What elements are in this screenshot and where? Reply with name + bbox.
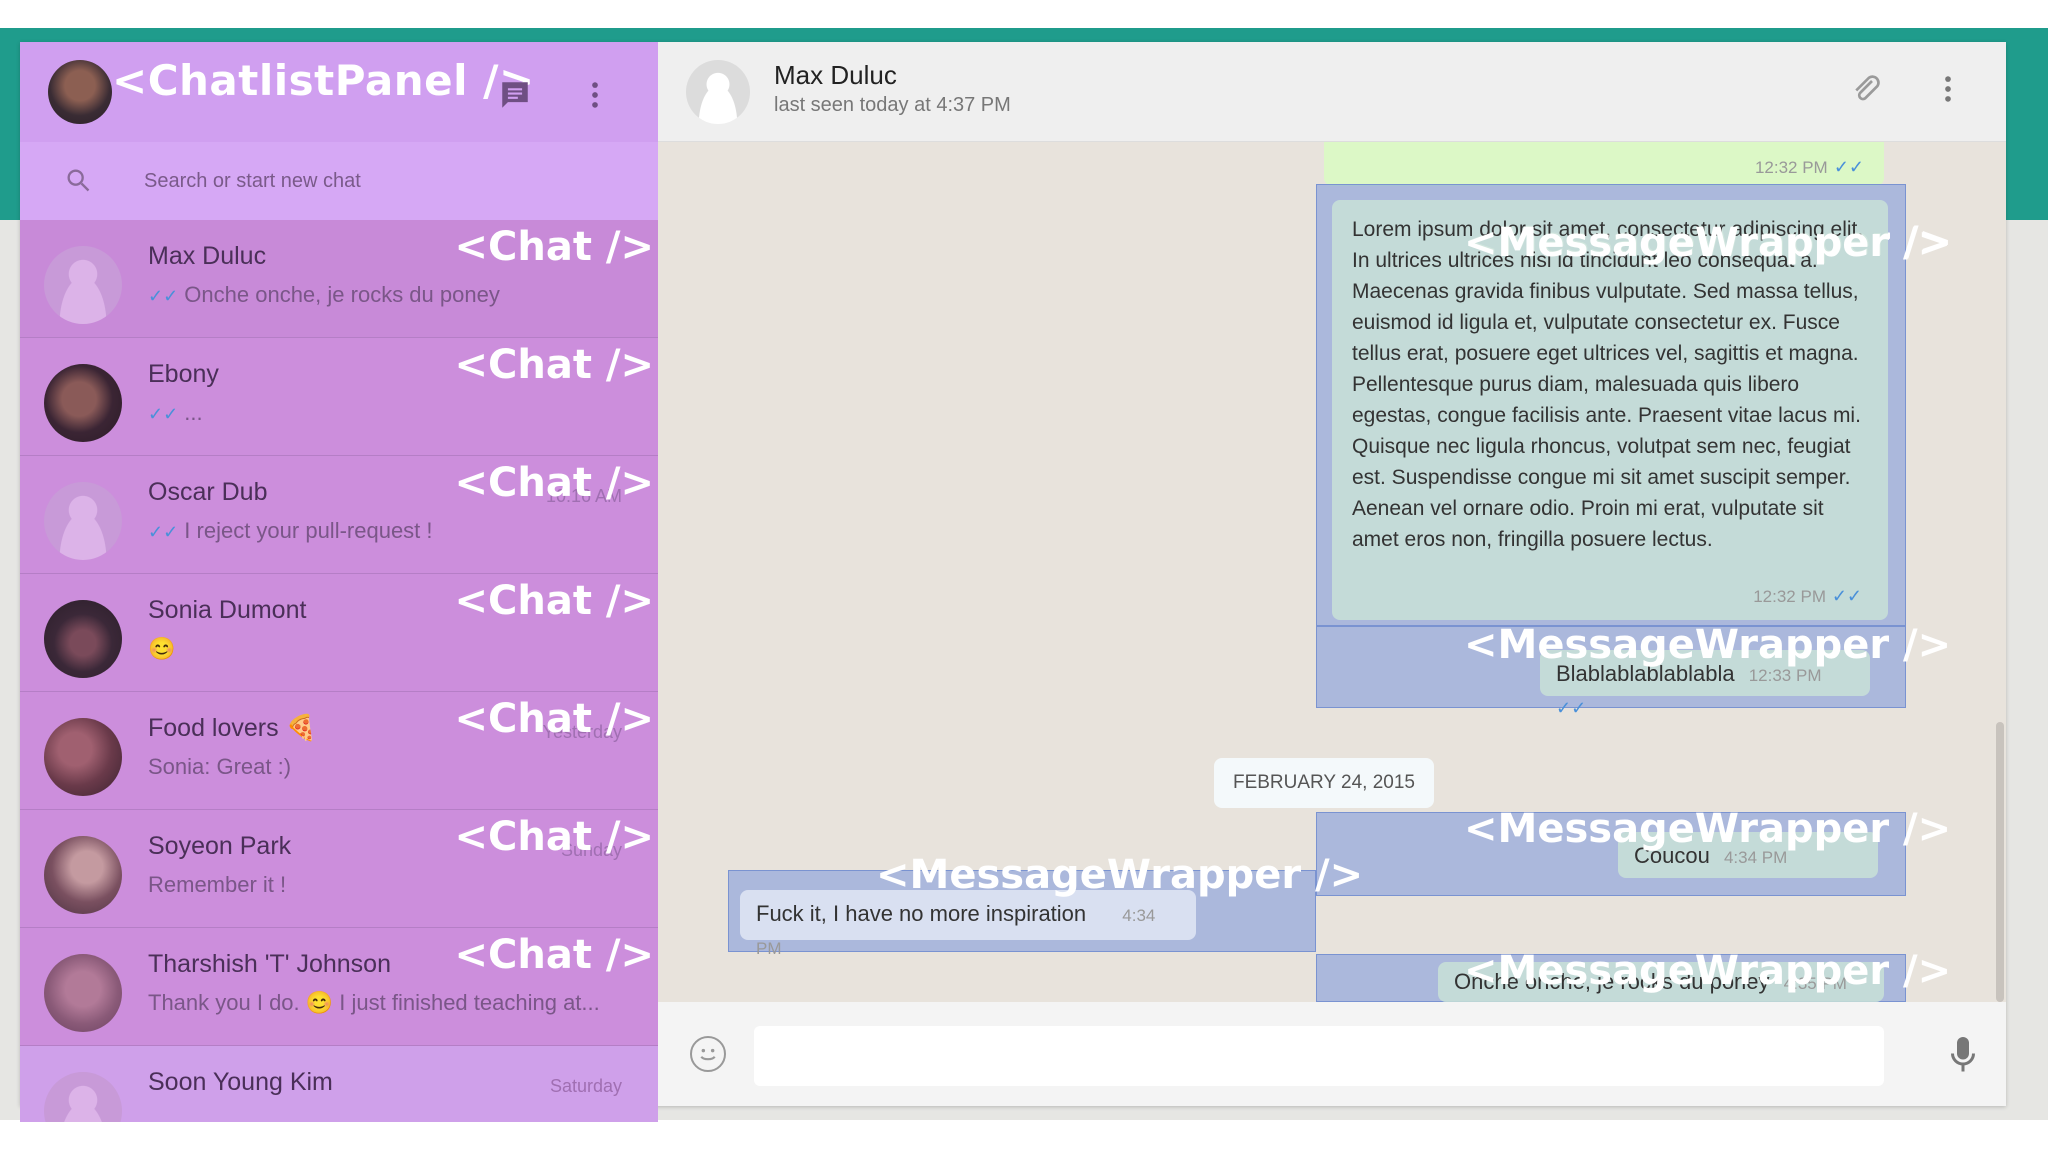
chat-last-message: Sonia: Great :) bbox=[148, 754, 638, 780]
read-ticks-icon: ✓✓ bbox=[148, 522, 179, 542]
message-text: Lorem ipsum dolor sit amet, consectetur … bbox=[1352, 218, 1864, 551]
chat-tag: <Chat /> bbox=[454, 578, 654, 624]
chat-item[interactable]: Soyeon Park Sunday Remember it ! <Chat /… bbox=[20, 810, 658, 928]
chat-item[interactable]: Max Duluc ✓✓ Onche onche, je rocks du po… bbox=[20, 220, 658, 338]
last-message-text: Thank you I do. 😊 I just finished teachi… bbox=[148, 990, 600, 1015]
my-avatar[interactable] bbox=[48, 60, 112, 124]
message-time: 12:32 PM bbox=[1753, 587, 1826, 606]
chat-name: Max Duluc bbox=[148, 242, 267, 270]
avatar bbox=[44, 364, 122, 442]
emoji-icon[interactable] bbox=[690, 1036, 726, 1072]
search-input[interactable] bbox=[144, 164, 624, 198]
conversation-panel: Max Duluc last seen today at 4:37 PM 12:… bbox=[658, 42, 2006, 1106]
chatlist-panel-tag: <ChatlistPanel /> bbox=[112, 56, 535, 105]
message-text: Fuck it, I have no more inspiration bbox=[756, 901, 1087, 926]
chat-item[interactable]: Ebony ✓✓ ... <Chat /> bbox=[20, 338, 658, 456]
chat-tag: <Chat /> bbox=[454, 932, 654, 978]
composer bbox=[658, 1002, 2006, 1106]
microphone-icon[interactable] bbox=[1948, 1034, 1978, 1076]
avatar bbox=[44, 718, 122, 796]
attach-icon[interactable] bbox=[1846, 72, 1886, 112]
contact-avatar[interactable] bbox=[686, 60, 750, 124]
chat-last-message: ✓✓ I reject your pull-request ! bbox=[148, 518, 638, 544]
wrapper-tag: <MessageWrapper /> bbox=[1464, 220, 1952, 266]
chat-last-message: ✓✓ ... bbox=[148, 400, 638, 426]
message-list: 12:32 PM ✓✓ <MessageWrapper /> Lorem ips… bbox=[658, 142, 2006, 1002]
contact-status: last seen today at 4:37 PM bbox=[774, 94, 1011, 116]
message-time: 12:32 PM bbox=[1754, 158, 1828, 177]
chat-item[interactable]: Soon Young Kim Saturday bbox=[20, 1046, 658, 1122]
chat-name: Sonia Dumont bbox=[148, 596, 307, 624]
chat-time: Saturday bbox=[549, 1076, 622, 1096]
search-bar bbox=[20, 142, 658, 220]
last-message-text: ... bbox=[184, 400, 203, 425]
chat-name: Soon Young Kim bbox=[148, 1068, 333, 1096]
avatar bbox=[44, 246, 122, 324]
read-ticks-icon: ✓✓ bbox=[148, 286, 179, 306]
date-separator: FEBRUARY 24, 2015 bbox=[1214, 758, 1434, 808]
last-message-text: I reject your pull-request ! bbox=[184, 518, 433, 543]
chat-last-message: Thank you I do. 😊 I just finished teachi… bbox=[148, 990, 638, 1016]
chatlist-panel: <ChatlistPanel /> Max Duluc ✓✓ Onche onc… bbox=[20, 42, 658, 1122]
chat-last-message: 😊 bbox=[148, 636, 638, 662]
wrapper-tag: <MessageWrapper /> bbox=[1464, 622, 1952, 668]
avatar bbox=[44, 836, 122, 914]
chat-tag: <Chat /> bbox=[454, 224, 654, 270]
scrollbar[interactable] bbox=[1996, 722, 2004, 1002]
read-ticks-icon: ✓✓ bbox=[1833, 157, 1864, 177]
chatlist-header: <ChatlistPanel /> bbox=[20, 42, 658, 142]
chat-item[interactable]: Oscar Dub 10:16 AM ✓✓ I reject your pull… bbox=[20, 456, 658, 574]
conversation-header: Max Duluc last seen today at 4:37 PM bbox=[658, 42, 2006, 142]
last-message-text: 😊 bbox=[148, 636, 176, 661]
chat-name: Tharshish 'T' Johnson bbox=[148, 950, 391, 978]
chat-tag: <Chat /> bbox=[454, 342, 654, 388]
avatar bbox=[44, 954, 122, 1032]
chat-item[interactable]: Sonia Dumont 😊 <Chat /> bbox=[20, 574, 658, 692]
message-meta: 12:32 PM ✓✓ bbox=[1753, 580, 1862, 612]
read-ticks-icon: ✓✓ bbox=[1556, 698, 1587, 718]
chat-item[interactable]: Food lovers 🍕 Yesterday Sonia: Great :) … bbox=[20, 692, 658, 810]
chat-tag: <Chat /> bbox=[454, 814, 654, 860]
read-ticks-icon: ✓✓ bbox=[148, 404, 179, 424]
menu-icon[interactable] bbox=[578, 78, 612, 112]
search-icon bbox=[64, 166, 92, 194]
chat-name: Soyeon Park bbox=[148, 832, 292, 860]
message-time: 12:33 PM bbox=[1748, 666, 1822, 685]
message-bubble: 12:32 PM ✓✓ bbox=[1324, 142, 1884, 186]
message-input[interactable] bbox=[754, 1026, 1884, 1086]
avatar bbox=[44, 600, 122, 678]
chat-tag: <Chat /> bbox=[454, 460, 654, 506]
chat-last-message: Remember it ! bbox=[148, 872, 638, 898]
wrapper-tag: <MessageWrapper /> bbox=[876, 852, 1364, 898]
chat-last-message: ✓✓ Onche onche, je rocks du poney bbox=[148, 282, 638, 308]
chat-tag: <Chat /> bbox=[454, 696, 654, 742]
chat-name: Oscar Dub bbox=[148, 478, 268, 506]
avatar bbox=[44, 482, 122, 560]
chat-name: Food lovers 🍕 bbox=[148, 714, 317, 742]
menu-icon[interactable] bbox=[1928, 72, 1968, 112]
chat-item[interactable]: Tharshish 'T' Johnson Thank you I do. 😊 … bbox=[20, 928, 658, 1046]
read-ticks-icon: ✓✓ bbox=[1831, 586, 1862, 606]
last-message-text: Remember it ! bbox=[148, 872, 287, 897]
app-window: <ChatlistPanel /> Max Duluc ✓✓ Onche onc… bbox=[20, 42, 2006, 1122]
last-message-text: Sonia: Great :) bbox=[148, 754, 292, 779]
last-message-text: Onche onche, je rocks du poney bbox=[184, 282, 500, 307]
avatar bbox=[44, 1072, 122, 1122]
wrapper-tag: <MessageWrapper /> bbox=[1464, 806, 1952, 852]
contact-name: Max Duluc bbox=[774, 60, 897, 90]
new-chat-icon[interactable] bbox=[498, 78, 532, 112]
chat-name: Ebony bbox=[148, 360, 219, 388]
wrapper-tag: <MessageWrapper /> bbox=[1464, 948, 1952, 994]
